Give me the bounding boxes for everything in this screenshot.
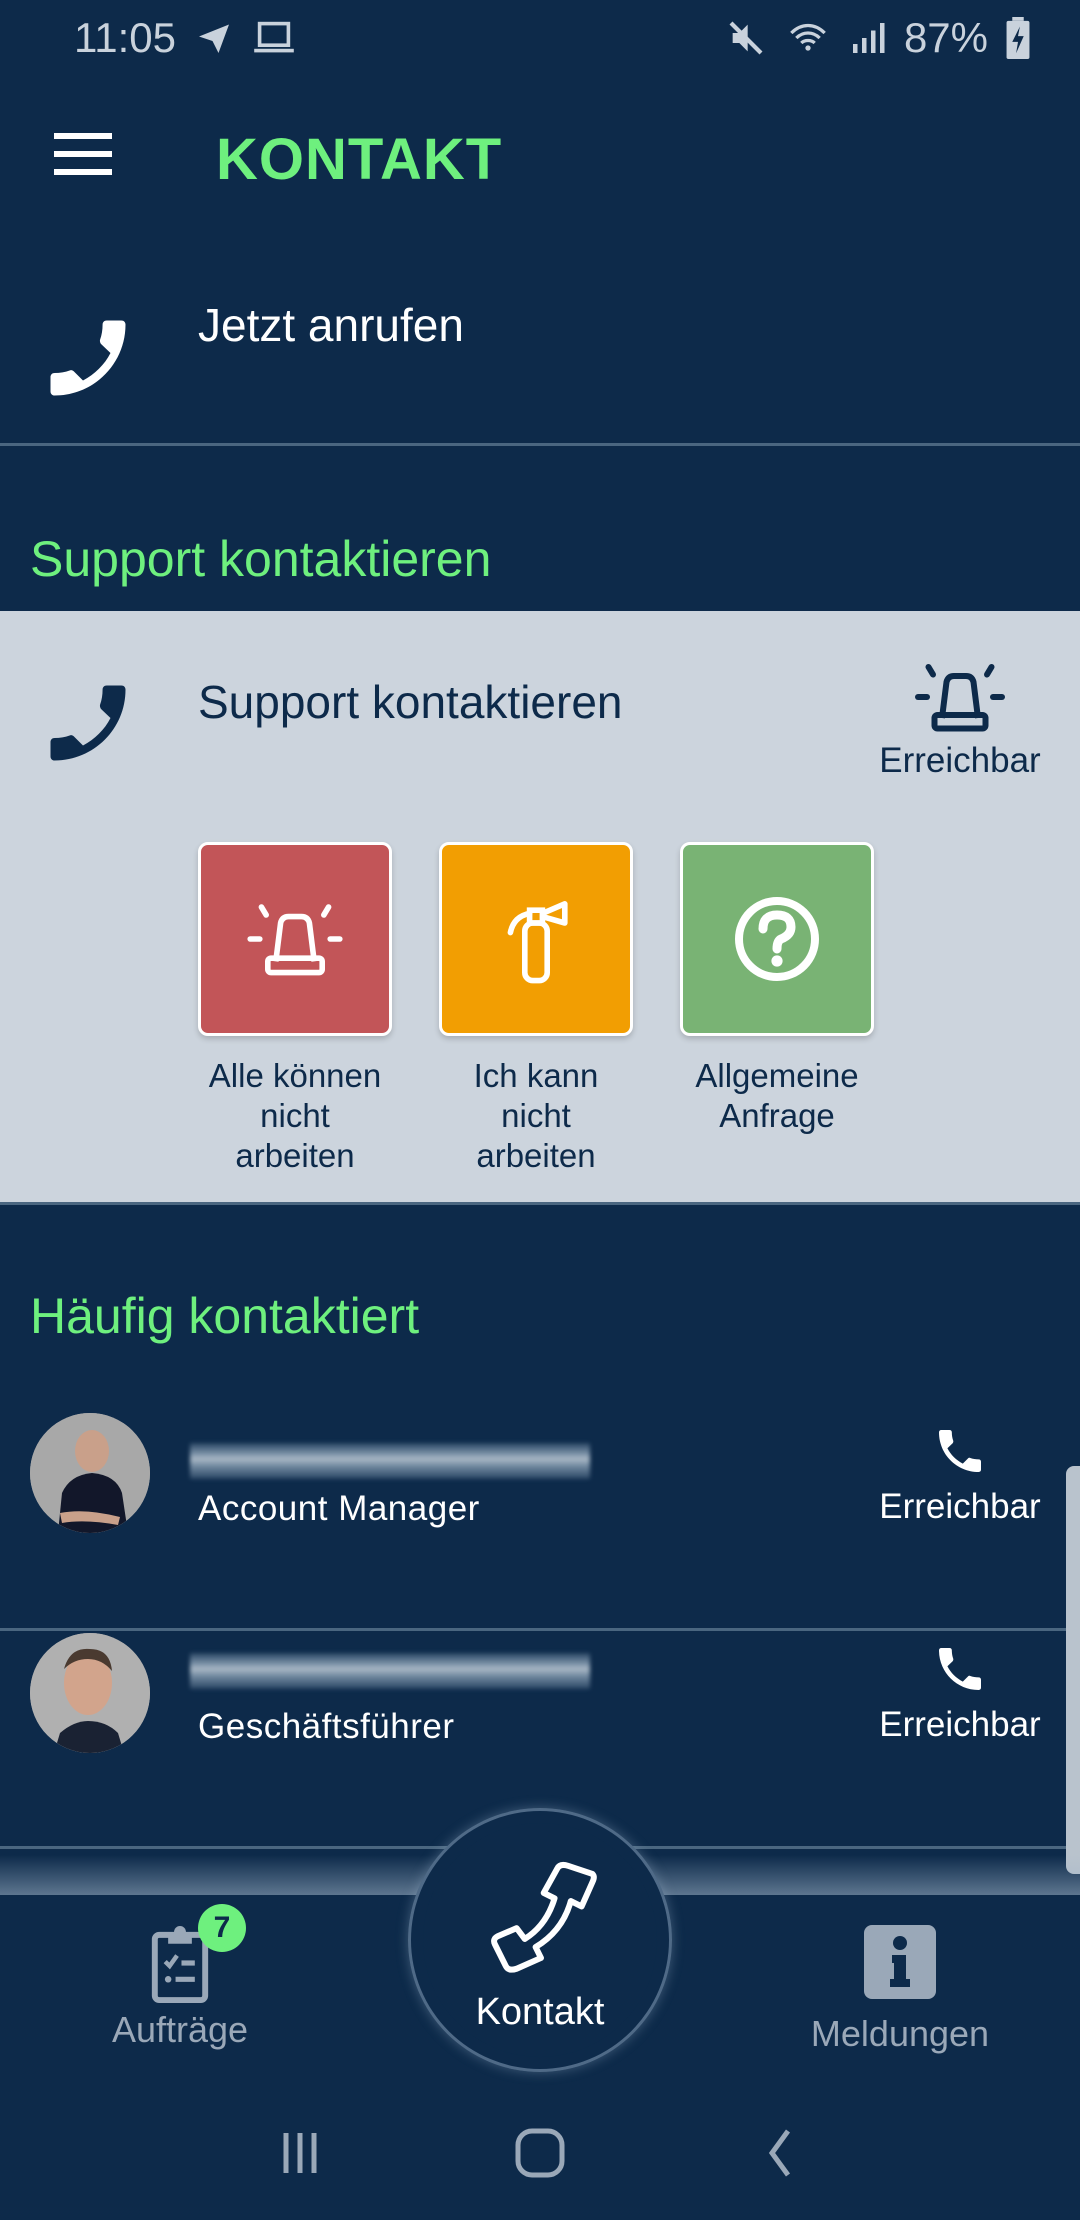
tab-label: Kontakt xyxy=(475,1991,605,2033)
tab-label: Aufträge xyxy=(111,2009,249,2050)
contact-name-redacted xyxy=(190,1653,590,1689)
recents-icon xyxy=(283,2132,317,2173)
mute-icon xyxy=(729,21,763,55)
tab-label: Meldungen xyxy=(810,2013,990,2054)
contact-status: Erreichbar xyxy=(879,1487,1041,1526)
recents-button[interactable] xyxy=(260,2113,340,2193)
telegram-icon xyxy=(199,24,229,53)
support-panel: Support kontaktieren Erreichbar Alle kön… xyxy=(0,611,1080,1205)
support-contact-label: Support kontaktieren xyxy=(198,676,623,728)
wifi-icon xyxy=(790,23,826,51)
orders-badge: 7 xyxy=(198,1904,246,1952)
page-title: KONTAKT xyxy=(216,127,503,192)
phone-icon xyxy=(939,1430,981,1472)
tile-all-cannot-work[interactable]: Alle können nicht arbeiten xyxy=(198,842,392,1176)
back-button[interactable] xyxy=(740,2113,820,2193)
avatar xyxy=(30,1413,150,1533)
support-tiles: Alle können nicht arbeiten Ich kann nich… xyxy=(198,842,874,1176)
contact-name-redacted xyxy=(190,1443,590,1479)
tile-label: Alle können nicht arbeiten xyxy=(208,1057,382,1174)
home-button[interactable] xyxy=(500,2113,580,2193)
contact-role: Geschäftsführer xyxy=(198,1707,455,1746)
status-bar: 11:05 87% xyxy=(0,0,1080,76)
fire-extinguisher-icon xyxy=(507,901,568,984)
status-time: 11:05 xyxy=(74,14,176,61)
phone-icon xyxy=(939,1648,981,1690)
call-now-label: Jetzt anrufen xyxy=(198,299,464,351)
battery-charging-icon xyxy=(1006,17,1030,59)
support-section-title: Support kontaktieren xyxy=(30,531,492,587)
support-status: Erreichbar xyxy=(870,661,1050,781)
call-now-button[interactable]: Jetzt anrufen xyxy=(0,260,1080,446)
tile-box xyxy=(680,842,874,1036)
info-icon xyxy=(864,1925,936,1999)
home-icon xyxy=(515,2128,565,2177)
tile-label: Allgemeine Anfrage xyxy=(695,1057,859,1134)
siren-icon xyxy=(247,904,343,976)
battery-percent: 87% xyxy=(903,14,988,61)
tab-orders[interactable]: Aufträge xyxy=(90,1923,270,2051)
tile-box xyxy=(439,842,633,1036)
phone-icon xyxy=(50,320,126,396)
signal-icon xyxy=(852,23,885,53)
tile-general-inquiry[interactable]: Allgemeine Anfrage xyxy=(680,842,874,1176)
back-icon xyxy=(768,2129,791,2176)
question-circle-icon xyxy=(735,897,819,981)
tab-messages[interactable]: Meldungen xyxy=(790,1925,1010,2055)
contact-role: Account Manager xyxy=(198,1489,480,1528)
support-contact-button[interactable]: Support kontaktieren Erreichbar xyxy=(0,611,1080,791)
tile-box xyxy=(198,842,392,1036)
tile-label: Ich kann nicht arbeiten xyxy=(473,1057,599,1174)
support-status-text: Erreichbar xyxy=(879,741,1041,780)
scrollbar[interactable] xyxy=(1066,1466,1080,1874)
call-contact-button[interactable]: Erreichbar xyxy=(870,1641,1050,1745)
call-contact-button[interactable]: Erreichbar xyxy=(870,1423,1050,1527)
app-bar: KONTAKT xyxy=(0,100,1080,212)
phone-icon xyxy=(491,1861,597,1973)
frequent-section-title: Häufig kontaktiert xyxy=(30,1288,420,1344)
laptop-icon xyxy=(254,21,294,53)
tile-i-cannot-work[interactable]: Ich kann nicht arbeiten xyxy=(439,842,633,1176)
phone-icon xyxy=(50,685,126,761)
tab-contact[interactable]: Kontakt xyxy=(408,1808,672,2072)
system-nav-bar xyxy=(0,2085,1080,2220)
avatar xyxy=(30,1633,150,1753)
contact-status: Erreichbar xyxy=(879,1705,1041,1744)
siren-icon xyxy=(915,664,1005,732)
hamburger-menu-icon[interactable] xyxy=(54,133,112,175)
contact-row[interactable]: Account Manager Erreichbar xyxy=(0,1413,1080,1631)
